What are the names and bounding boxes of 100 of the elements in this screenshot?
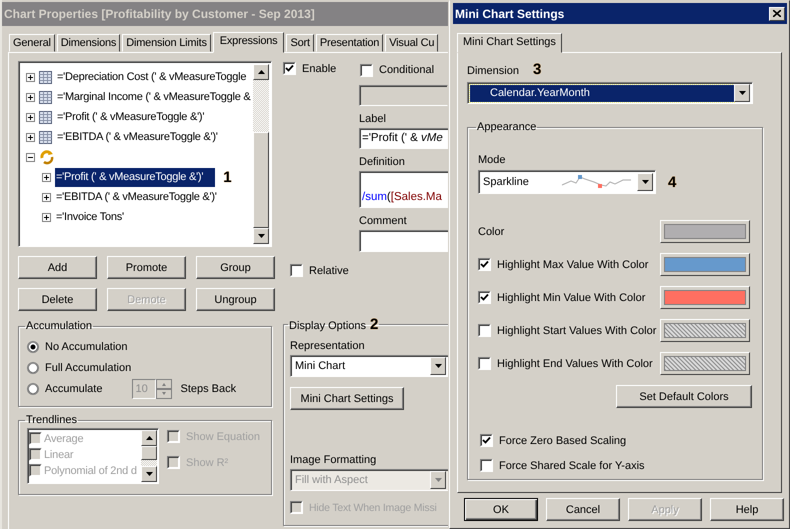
tab[interactable]: Sort [286,34,314,52]
field-label: Comment [359,214,408,228]
color-swatch-button[interactable] [660,253,750,276]
label-field[interactable]: ='Profit (' & vMe [359,128,448,149]
dimension-dropdown[interactable]: Calendar.YearMonth [470,84,734,102]
set-default-colors-button[interactable]: Set Default Colors [616,385,752,408]
scaling-checkbox[interactable]: Force Shared Scale for Y-axis [480,459,752,472]
mini-chart-settings-button[interactable]: Mini Chart Settings [290,387,404,410]
steps-label: Steps Back [180,382,236,394]
window-title: Chart Properties [Profitability by Customer - Sep 2013] [2,2,448,26]
checkbox-icon[interactable] [480,459,493,472]
relative-checkbox[interactable]: Relative [290,264,349,277]
accumulation-radio[interactable]: No Accumulation [27,340,128,352]
tab[interactable]: General [9,34,55,52]
tab[interactable]: Expressions [212,32,284,53]
expand-icon[interactable] [42,172,51,182]
checkbox-icon[interactable] [478,357,491,370]
expression-button[interactable]: Add [18,256,97,279]
color-label: Color [478,226,504,238]
field-label: Label [359,112,387,126]
close-icon[interactable] [773,10,781,17]
expand-icon[interactable] [26,112,35,122]
expression-button[interactable]: Ungroup [196,288,275,311]
expand-icon[interactable] [42,212,51,222]
checkbox-icon[interactable] [360,64,373,76]
collapse-icon[interactable] [26,152,35,162]
expand-icon[interactable] [26,132,35,142]
caret-icon [434,364,442,368]
field-label: Representation [290,339,366,353]
dropdown-button[interactable] [637,173,653,191]
checkbox-icon[interactable] [290,264,303,277]
tab[interactable]: Mini Chart Settings [457,33,562,53]
expression-button[interactable]: Delete [18,288,97,311]
annotation-number: 1 [223,168,232,186]
color-swatch-button[interactable] [660,220,750,243]
tab[interactable]: Dimension Limits [122,34,211,52]
field-label: Mode [478,153,507,167]
tree-item[interactable]: ='Profit (' & vMeasureToggle &')' [55,168,216,186]
scroll-down-icon[interactable] [258,234,264,238]
annotation-number: 4 [668,174,676,190]
enable-checkbox[interactable]: Enable [283,62,336,75]
spin-buttons-icon[interactable] [156,378,172,398]
tab[interactable]: Presentation [316,34,384,52]
table-icon [39,70,52,84]
field-label: Dimension [467,65,519,77]
tree-item[interactable]: ='Invoice Tons' [55,208,125,226]
radio-icon[interactable] [27,382,39,394]
group-title: Appearance [476,121,538,133]
checkbox-icon[interactable] [480,434,493,447]
scroll-up-icon[interactable] [258,70,264,74]
accumulation-radio[interactable]: Accumulate [27,382,102,394]
highlight-checkbox[interactable]: Highlight Min Value With Color [478,291,646,304]
tree-item[interactable]: ='Profit (' & vMeasureToggle &')' [56,108,206,126]
close-button[interactable] [769,6,785,20]
tree-item[interactable]: ='Depreciation Cost (' & vMeasureToggle [56,68,248,86]
expand-icon[interactable] [42,192,51,202]
scroll-track[interactable] [141,460,157,466]
group-title: Display Options [289,320,366,332]
table-icon [39,90,52,104]
tab[interactable]: Dimensions [56,34,120,52]
scroll-up-icon[interactable] [146,436,152,440]
expression-button[interactable]: Promote [107,256,186,279]
tree-item[interactable]: ='EBITDA (' & vMeasureToggle &')' [55,188,218,206]
dropdown-button[interactable] [430,357,446,375]
checkbox-icon[interactable] [283,62,296,75]
expression-button[interactable]: Group [196,256,275,279]
conditional-checkbox[interactable]: Conditional [360,64,434,76]
color-swatch-button[interactable] [660,352,750,375]
highlight-checkbox[interactable]: Highlight End Values With Color [478,357,653,370]
checkbox-icon[interactable] [478,291,491,304]
tree-item[interactable]: ='Marginal Income (' & vMeasureToggle & [56,88,252,106]
tab[interactable]: Visual Cu [385,34,438,52]
scaling-checkbox[interactable]: Force Zero Based Scaling [480,434,752,447]
scroll-thumb[interactable] [141,446,157,460]
accumulation-radio[interactable]: Full Accumulation [27,362,132,374]
dialog-button[interactable]: Cancel [546,498,620,521]
radio-icon[interactable] [27,340,39,352]
checkbox-icon[interactable] [478,258,491,271]
expand-icon[interactable] [26,92,35,102]
table-icon [39,130,52,144]
tree-item[interactable]: ='EBITDA (' & vMeasureToggle &')' [56,128,219,146]
dropdown-button[interactable] [734,84,750,102]
dialog-button[interactable]: Help [710,498,784,521]
definition-field[interactable]: /sum([Sales.Ma [359,171,448,208]
highlight-checkbox[interactable]: Highlight Start Values With Color [478,324,656,337]
dialog-button[interactable]: OK [464,498,538,521]
checkbox-icon[interactable] [478,324,491,337]
caret-icon [738,91,746,95]
scroll-thumb[interactable] [253,132,269,228]
radio-icon[interactable] [27,362,39,374]
color-swatch-button[interactable] [660,319,750,342]
scroll-down-icon[interactable] [146,472,152,476]
comment-field[interactable] [359,230,448,252]
scrollbar[interactable] [141,430,157,482]
sparkline-drawing [561,175,633,189]
expand-icon[interactable] [26,72,35,82]
color-swatch-button[interactable] [660,286,750,309]
annotation-number: 2 [370,316,378,333]
highlight-checkbox[interactable]: Highlight Max Value With Color [478,258,648,271]
scrollbar[interactable] [253,64,269,244]
